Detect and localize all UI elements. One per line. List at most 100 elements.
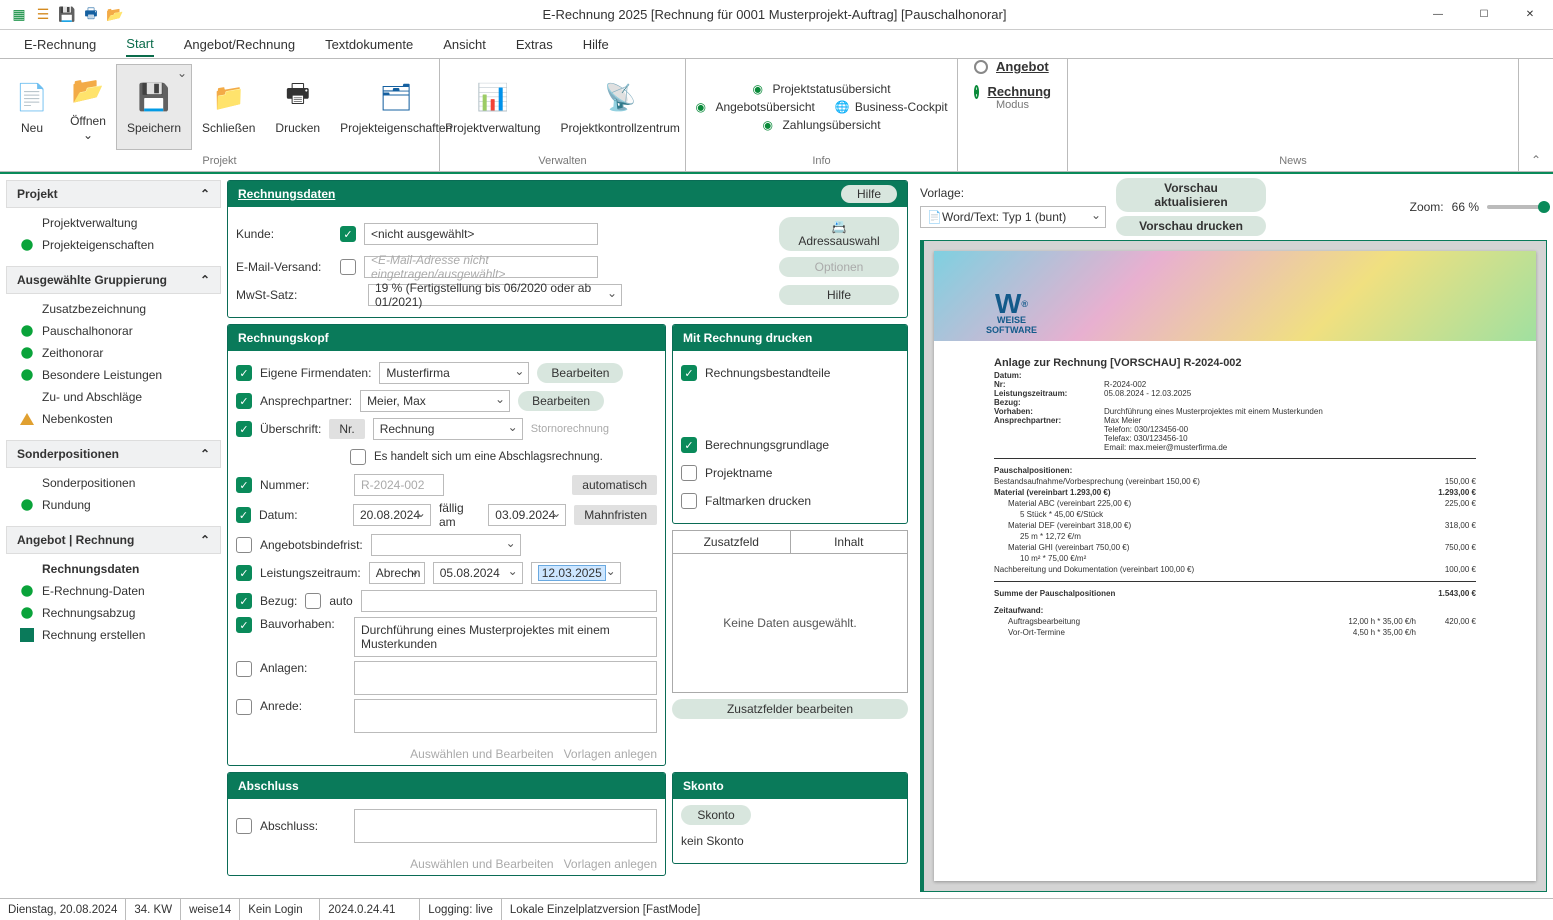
nav-rechnungsdaten[interactable]: Rechnungsdaten — [6, 558, 221, 580]
preview-viewport[interactable]: W® WEISE SOFTWARE Anlage zur Rechnung [V… — [920, 240, 1547, 892]
mwst-select[interactable]: 19 % (Fertigstellung bis 06/2020 oder ab… — [368, 284, 622, 306]
menu-textdokumente[interactable]: Textdokumente — [325, 33, 413, 56]
qat-print-icon[interactable]: 🖶 — [82, 6, 100, 24]
nav-rechnungsabzug[interactable]: Rechnungsabzug — [6, 602, 221, 624]
datum-check[interactable]: ✓ — [236, 507, 251, 523]
anlagen-check[interactable] — [236, 661, 252, 677]
link-angebotsuebersicht[interactable]: ◉Angebotsübersicht — [695, 100, 814, 114]
abschluss-auswaehlen[interactable]: Auswählen und Bearbeiten — [410, 857, 553, 871]
nav-zeithonorar[interactable]: Zeithonorar — [6, 342, 221, 364]
nav-erechnung-daten[interactable]: E-Rechnung-Daten — [6, 580, 221, 602]
ribbon-collapse-button[interactable]: ⌃ — [1519, 59, 1553, 171]
ueberschrift-check[interactable]: ✓ — [236, 421, 252, 437]
email-input[interactable]: <E-Mail-Adresse nicht eingetragen/ausgew… — [364, 256, 598, 278]
bauvorhaben-input[interactable]: Durchführung eines Musterprojektes mit e… — [354, 617, 657, 657]
bezug-input[interactable] — [361, 590, 657, 612]
qat-open-icon[interactable]: 📂 — [106, 6, 124, 24]
faltmarken-check[interactable] — [681, 493, 697, 509]
nav-head-projekt[interactable]: Projekt⌃ — [6, 180, 221, 208]
nav-nebenkosten[interactable]: Nebenkosten — [6, 408, 221, 430]
firmendaten-check[interactable]: ✓ — [236, 365, 252, 381]
mahnfristen-button[interactable]: Mahnfristen — [574, 505, 657, 525]
abschlag-check[interactable] — [350, 449, 366, 465]
leistungs-sel[interactable]: Abrechn — [369, 562, 425, 584]
bezug-check[interactable]: ✓ — [236, 593, 252, 609]
ribbon-neu-button[interactable]: 📄Neu — [4, 64, 60, 150]
menu-start[interactable]: Start — [126, 32, 153, 57]
datum-input[interactable]: 20.08.2024 — [353, 504, 431, 526]
menu-extras[interactable]: Extras — [516, 33, 553, 56]
ansprech-check[interactable]: ✓ — [236, 393, 252, 409]
auswaehlen-button[interactable]: Auswählen und Bearbeiten — [410, 747, 553, 761]
angebotsbinde-input[interactable] — [371, 534, 521, 556]
bearbeiten-button-2[interactable]: Bearbeiten — [518, 391, 604, 411]
nav-rechnung-erstellen[interactable]: Rechnung erstellen — [6, 624, 221, 646]
col-inhalt[interactable]: Inhalt — [791, 531, 908, 554]
qat-new-icon[interactable]: ☰ — [34, 6, 52, 24]
nummer-input[interactable]: R-2024-002 — [354, 474, 444, 496]
ribbon-schliessen-button[interactable]: 📁Schließen — [192, 64, 265, 150]
storno-button[interactable]: Stornorechnung — [531, 423, 609, 435]
abschluss-vorlagen[interactable]: Vorlagen anlegen — [564, 857, 657, 871]
anlagen-input[interactable] — [354, 661, 657, 695]
bearbeiten-button-1[interactable]: Bearbeiten — [537, 363, 623, 383]
vorlagen-button[interactable]: Vorlagen anlegen — [564, 747, 657, 761]
minimize-button[interactable]: — — [1415, 0, 1461, 30]
vorschau-aktualisieren-button[interactable]: Vorschau aktualisieren — [1116, 178, 1266, 212]
projektname-check[interactable] — [681, 465, 697, 481]
kunde-checkbox[interactable]: ✓ — [340, 226, 356, 242]
zusatzfelder-button[interactable]: Zusatzfelder bearbeiten — [672, 699, 908, 719]
adressauswahl-button[interactable]: 📇 Adressauswahl — [779, 217, 899, 251]
menu-erechnung[interactable]: E-Rechnung — [24, 33, 96, 56]
nav-projekteigenschaften[interactable]: Projekteigenschaften — [6, 234, 221, 256]
ribbon-oeffnen-button[interactable]: 📂Öffnen⌄ — [60, 64, 116, 150]
auto-check[interactable] — [305, 593, 321, 609]
email-checkbox[interactable] — [340, 259, 356, 275]
ribbon-projektverwaltung-button[interactable]: 📊Projektverwaltung — [435, 64, 550, 150]
close-button[interactable]: ✕ — [1507, 0, 1553, 30]
nav-head-angebot-rechnung[interactable]: Angebot | Rechnung⌃ — [6, 526, 221, 554]
nav-head-gruppierung[interactable]: Ausgewählte Gruppierung⌃ — [6, 266, 221, 294]
modus-rechnung[interactable]: Rechnung — [974, 84, 1051, 99]
automatisch-button[interactable]: automatisch — [572, 475, 657, 495]
anrede-input[interactable] — [354, 699, 657, 733]
firmendaten-select[interactable]: Musterfirma — [379, 362, 529, 384]
modus-angebot[interactable]: Angebot — [974, 59, 1051, 74]
link-business-cockpit[interactable]: 🌐Business-Cockpit — [835, 100, 948, 114]
nav-rundung[interactable]: Rundung — [6, 494, 221, 516]
nav-projektverwaltung[interactable]: Projektverwaltung — [6, 212, 221, 234]
leistungs-check[interactable]: ✓ — [236, 565, 252, 581]
angebotsbinde-check[interactable] — [236, 537, 252, 553]
anrede-check[interactable] — [236, 699, 252, 715]
nav-pauschalhonorar[interactable]: Pauschalhonorar — [6, 320, 221, 342]
ribbon-speichern-button[interactable]: 💾Speichern — [116, 64, 192, 150]
nav-zusatzbezeichnung[interactable]: Zusatzbezeichnung — [6, 298, 221, 320]
link-zahlungsuebersicht[interactable]: ◉Zahlungsübersicht — [762, 118, 880, 132]
leistungs-from[interactable]: 05.08.2024 — [433, 562, 523, 584]
hilfe-pill[interactable]: Hilfe — [841, 185, 897, 203]
optionen-button[interactable]: Optionen — [779, 257, 899, 277]
link-projektstatus[interactable]: ◉Projektstatusübersicht — [752, 82, 890, 96]
nav-sonderpositionen[interactable]: Sonderpositionen — [6, 472, 221, 494]
faellig-input[interactable]: 03.09.2024 — [488, 504, 566, 526]
bauvorhaben-check[interactable]: ✓ — [236, 617, 252, 633]
skonto-button[interactable]: Skonto — [681, 805, 751, 825]
maximize-button[interactable]: ☐ — [1461, 0, 1507, 30]
vorlage-select[interactable]: 📄 Word/Text: Typ 1 (bunt) — [920, 206, 1106, 228]
menu-ansicht[interactable]: Ansicht — [443, 33, 486, 56]
menu-hilfe[interactable]: Hilfe — [583, 33, 609, 56]
nav-besondere-leistungen[interactable]: Besondere Leistungen — [6, 364, 221, 386]
hilfe2-button[interactable]: Hilfe — [779, 285, 899, 305]
nav-zu-abschlaege[interactable]: Zu- und Abschläge — [6, 386, 221, 408]
ueberschrift-select[interactable]: Rechnung — [373, 418, 523, 440]
abschluss-input[interactable] — [354, 809, 657, 843]
leistungs-to[interactable]: 12.03.2025 — [531, 562, 621, 584]
grundlage-check[interactable]: ✓ — [681, 437, 697, 453]
zoom-slider[interactable] — [1487, 205, 1547, 209]
kunde-select[interactable]: <nicht ausgewählt> — [364, 223, 598, 245]
nr-button[interactable]: Nr. — [329, 419, 364, 439]
nummer-check[interactable]: ✓ — [236, 477, 252, 493]
vorschau-drucken-button[interactable]: Vorschau drucken — [1116, 216, 1266, 236]
ribbon-kontrollzentrum-button[interactable]: 📡Projektkontrollzentrum — [551, 64, 690, 150]
nav-head-sonder[interactable]: Sonderpositionen⌃ — [6, 440, 221, 468]
